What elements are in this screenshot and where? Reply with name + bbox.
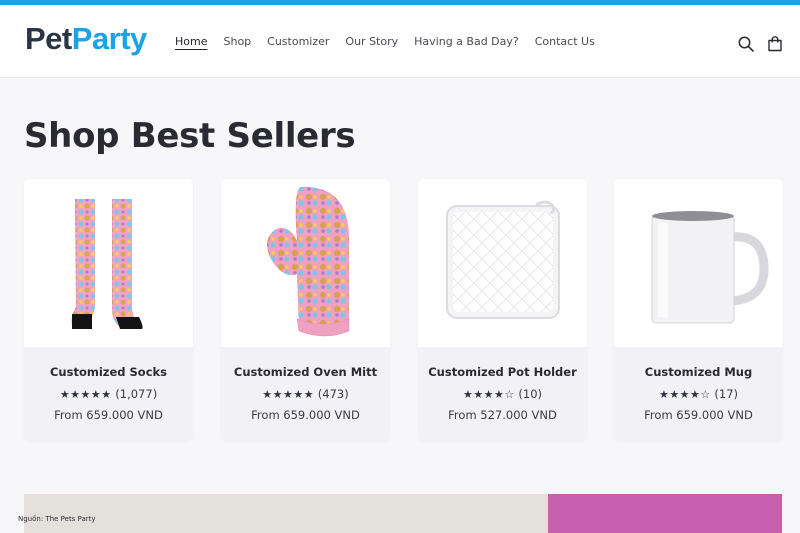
product-price: From 659.000 VND bbox=[251, 408, 360, 422]
product-image-pot-holder[interactable] bbox=[418, 179, 587, 347]
review-count: (473) bbox=[317, 387, 349, 401]
review-count: (10) bbox=[518, 387, 543, 401]
nav-contact-us[interactable]: Contact Us bbox=[535, 35, 595, 48]
product-price: From 659.000 VND bbox=[54, 408, 163, 422]
star-rating-icon: ★★★★☆ bbox=[462, 388, 515, 401]
nav-shop[interactable]: Shop bbox=[223, 35, 251, 48]
product-price: From 659.000 VND bbox=[644, 408, 753, 422]
product-rating: ★★★★★ (473) bbox=[221, 387, 390, 401]
product-card-mug[interactable]: Customized Mug ★★★★☆ (17) From 659.000 V… bbox=[614, 179, 783, 441]
nav-our-story[interactable]: Our Story bbox=[345, 35, 398, 48]
section-title: Shop Best Sellers bbox=[24, 116, 356, 156]
nav-bad-day[interactable]: Having a Bad Day? bbox=[414, 35, 519, 48]
promo-banner-image[interactable] bbox=[24, 494, 548, 533]
nav-home[interactable]: Home bbox=[175, 35, 207, 48]
product-info: Customized Oven Mitt ★★★★★ (473) From 65… bbox=[221, 347, 390, 441]
source-caption: Nguồn: The Pets Party bbox=[18, 515, 96, 523]
product-rating: ★★★★☆ (17) bbox=[614, 387, 783, 401]
star-rating-icon: ★★★★★ bbox=[262, 388, 315, 401]
product-price: From 527.000 VND bbox=[448, 408, 557, 422]
product-name[interactable]: Customized Mug bbox=[614, 365, 783, 379]
logo-part-pet: Pet bbox=[25, 21, 72, 56]
logo-part-party: Party bbox=[71, 21, 148, 56]
product-card-pot-holder[interactable]: Customized Pot Holder ★★★★☆ (10) From 52… bbox=[418, 179, 587, 441]
nav-customizer[interactable]: Customizer bbox=[267, 35, 329, 48]
product-card-oven-mitt[interactable]: Customized Oven Mitt ★★★★★ (473) From 65… bbox=[221, 179, 390, 441]
product-card-socks[interactable]: Customized Socks ★★★★★ (1,077) From 659.… bbox=[24, 179, 193, 441]
logo[interactable]: Pet Party bbox=[25, 21, 147, 61]
review-count: (1,077) bbox=[115, 387, 158, 401]
product-image-mug[interactable] bbox=[614, 179, 783, 347]
product-name[interactable]: Customized Socks bbox=[24, 365, 193, 379]
product-image-oven-mitt[interactable] bbox=[221, 179, 390, 347]
star-rating-icon: ★★★★☆ bbox=[658, 388, 711, 401]
search-icon[interactable] bbox=[737, 35, 755, 53]
review-count: (17) bbox=[714, 387, 739, 401]
product-info: Customized Pot Holder ★★★★☆ (10) From 52… bbox=[418, 347, 587, 441]
cart-icon[interactable] bbox=[766, 35, 784, 53]
main-nav: Home Shop Customizer Our Story Having a … bbox=[175, 35, 611, 48]
product-rating: ★★★★★ (1,077) bbox=[24, 387, 193, 401]
product-rating: ★★★★☆ (10) bbox=[418, 387, 587, 401]
product-image-socks[interactable] bbox=[24, 179, 193, 347]
star-rating-icon: ★★★★★ bbox=[59, 388, 112, 401]
product-info: Customized Socks ★★★★★ (1,077) From 659.… bbox=[24, 347, 193, 441]
product-name[interactable]: Customized Pot Holder bbox=[418, 365, 587, 379]
site-header: Pet Party Home Shop Customizer Our Story … bbox=[0, 5, 800, 78]
product-name[interactable]: Customized Oven Mitt bbox=[221, 365, 390, 379]
promo-banner-panel[interactable] bbox=[548, 494, 782, 533]
product-info: Customized Mug ★★★★☆ (17) From 659.000 V… bbox=[614, 347, 783, 441]
